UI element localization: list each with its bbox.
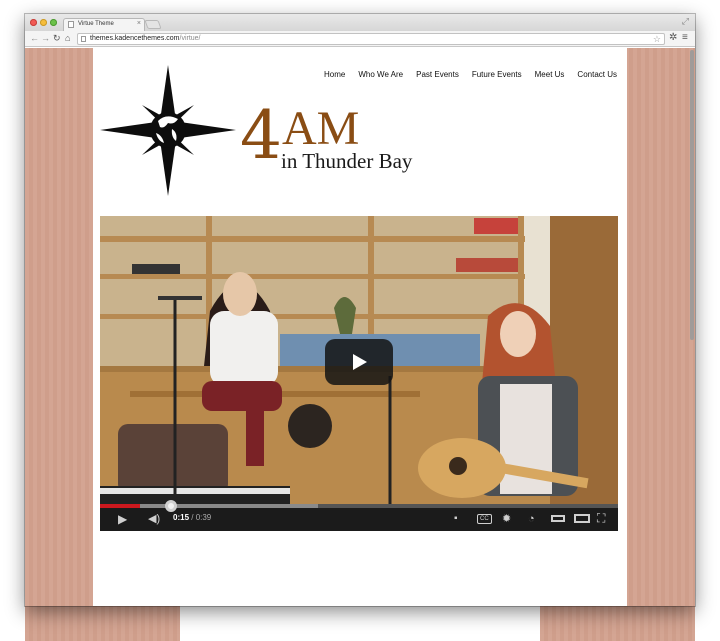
site-logo[interactable]: 4 AM in Thunder Bay [98,63,438,198]
logo-letters: AM [282,102,360,155]
play-icon[interactable]: ▶ [118,513,127,525]
forward-icon[interactable]: → [41,33,50,44]
logo-numeral: 4 [240,97,282,174]
reload-icon[interactable]: ↻ [53,33,61,44]
fullscreen-window-icon[interactable]: ⤢ [682,16,689,27]
video-controls: ▶ ◀) 0:15 / 0:39 ▪ CC ✹ ◔ ⛶ [100,500,618,531]
cc-icon[interactable]: CC [477,514,492,524]
nav-meet-us[interactable]: Meet Us [535,70,565,79]
fullscreen-icon[interactable]: ⛶ [597,512,605,524]
video-player[interactable]: ▶ ◀) 0:15 / 0:39 ▪ CC ✹ ◔ ⛶ [100,216,618,531]
large-player-icon[interactable] [574,514,590,523]
close-window-button[interactable] [30,19,37,26]
compass-star-icon [100,65,236,196]
browser-window: Virtue Theme × ⤢ ← → ↻ ⌂ themes.kadencet… [25,14,695,606]
progress-played [100,504,140,508]
settings-icon[interactable]: ✹ [502,513,511,525]
address-bar[interactable]: themes.kadencethemes.com/virtue/ ☆ [77,33,665,45]
browser-tab[interactable]: Virtue Theme × [63,18,145,31]
small-player-icon[interactable] [551,515,565,522]
watch-later-icon[interactable]: ◔ [528,513,535,525]
nav-contact-us[interactable]: Contact Us [577,70,617,79]
menu-icon[interactable]: ≡ [682,32,688,43]
url-host: themes.kadencethemes.com [90,35,180,42]
page-scrollbar-thumb[interactable] [690,50,694,340]
logo-subtitle: in Thunder Bay [281,149,413,173]
page-icon [68,21,74,28]
volume-icon[interactable]: ◀) [148,513,160,525]
url-path: /virtue/ [179,35,201,42]
tab-bar: Virtue Theme × ⤢ [25,14,695,31]
play-button-large[interactable] [325,339,393,385]
progress-scrubber[interactable] [164,500,177,512]
background-strip-right [540,606,695,641]
new-tab-button[interactable] [144,20,162,29]
tab-close-icon[interactable]: × [137,20,141,27]
home-icon[interactable]: ⌂ [65,33,70,44]
site-content: Home Who We Are Past Events Future Event… [93,48,627,606]
background-strip-left [25,606,180,641]
back-icon[interactable]: ← [30,33,39,44]
current-time: 0:15 [173,513,190,522]
duration: 0:39 [195,513,212,522]
extension-icon[interactable]: ✲ [669,32,677,43]
time-display: 0:15 / 0:39 [173,513,212,522]
play-icon [353,354,367,370]
star-icon[interactable]: ☆ [653,34,661,44]
page-icon [81,36,86,42]
minimize-window-button[interactable] [40,19,47,26]
browser-toolbar: ← → ↻ ⌂ themes.kadencethemes.com/virtue/… [25,31,695,47]
tab-title: Virtue Theme [78,21,114,27]
progress-bar[interactable] [100,500,618,512]
comment-icon[interactable]: ▪ [454,513,458,525]
page-scrollbar[interactable] [689,48,695,606]
page-viewport: Home Who We Are Past Events Future Event… [25,48,695,606]
zoom-window-button[interactable] [50,19,57,26]
nav-future-events[interactable]: Future Events [472,70,522,79]
